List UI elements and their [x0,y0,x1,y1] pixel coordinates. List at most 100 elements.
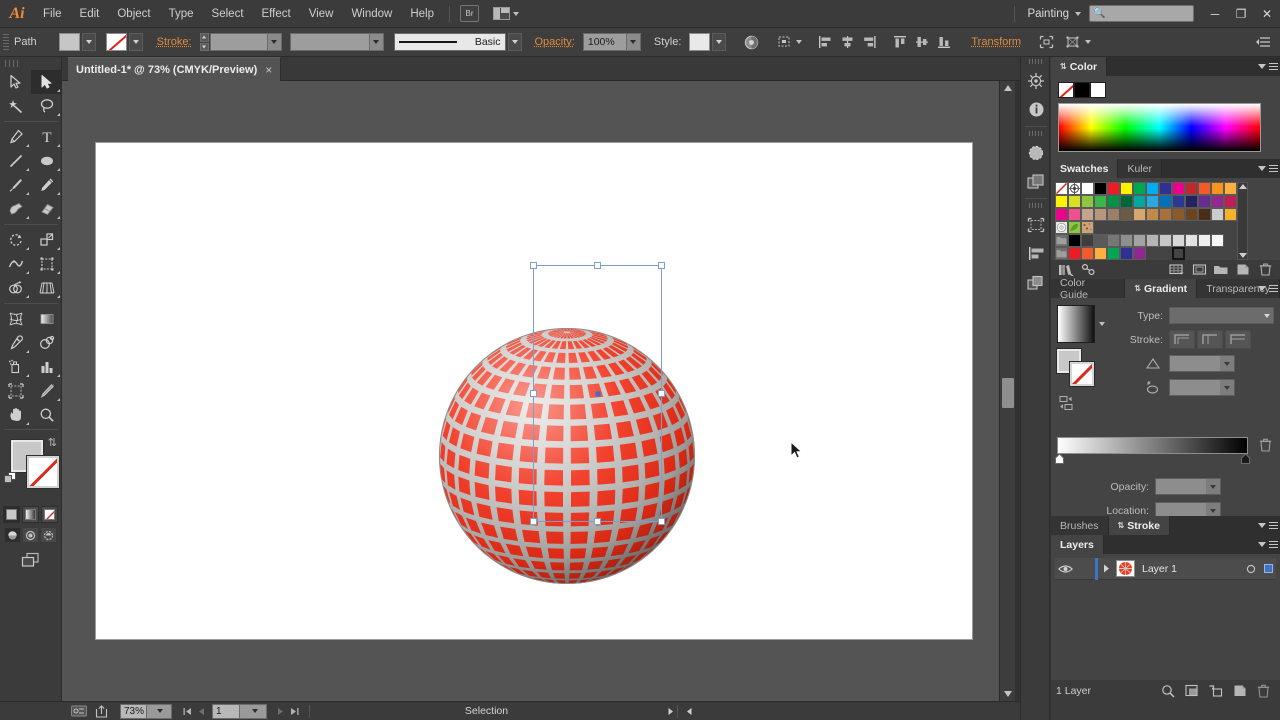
isolate-group-button[interactable] [1035,32,1057,52]
create-new-layer-button[interactable] [1228,682,1251,700]
layer-row[interactable]: Layer 1 [1055,557,1276,580]
swatch-cell[interactable] [1107,247,1120,260]
shape-chevron-down-icon[interactable] [796,40,803,44]
zoom-tool[interactable] [31,403,62,427]
tab-gradient[interactable]: ⇅ Gradient [1125,279,1198,298]
swatches-grid[interactable] [1055,182,1237,260]
swatch-cell[interactable] [1068,221,1081,234]
control-panel-menu-button[interactable] [1256,35,1272,49]
workspace-chevron-down-icon[interactable] [1075,11,1081,16]
canvas-area[interactable] [62,81,999,701]
swatch-cell[interactable] [1081,182,1094,195]
swatch-cell[interactable] [1081,195,1094,208]
swatch-cell[interactable] [1211,208,1224,221]
brushes-stroke-panel-menu-button[interactable] [1258,516,1278,535]
gradient-presets-chevron-down-icon[interactable] [1099,322,1105,326]
brushes-library-button[interactable] [1021,66,1051,95]
swatch-cell[interactable] [1159,234,1172,247]
ellipse-tool[interactable] [31,149,62,173]
hand-tool[interactable] [0,403,31,427]
brush-chevron-down-icon[interactable] [507,33,522,51]
swatch-cell[interactable] [1185,234,1198,247]
delete-swatch-button[interactable] [1254,261,1276,279]
fill-chevron-down-icon[interactable] [81,33,96,51]
swatch-cell[interactable] [1068,208,1081,221]
line-segment-tool[interactable] [0,149,31,173]
opacity-chevron-down-icon[interactable] [625,34,640,50]
swatch-cell[interactable] [1185,195,1198,208]
swatch-cell[interactable] [1068,247,1081,260]
search-input[interactable] [1105,7,1190,20]
swatch-cell[interactable] [1146,195,1159,208]
column-graph-tool[interactable] [31,355,62,379]
swatch-cell[interactable] [1133,195,1146,208]
swatch-cell[interactable] [1081,208,1094,221]
selection-tool[interactable] [0,70,31,94]
layer-expand-triangle-icon[interactable] [1098,564,1114,573]
graphic-style-swatch[interactable] [689,33,711,51]
menu-file[interactable]: File [34,0,71,28]
stroke-weight-chevron-down-icon[interactable] [266,34,281,50]
arrange-documents-button[interactable] [493,5,519,23]
new-swatch-button[interactable] [1232,261,1254,279]
width-tool[interactable] [0,252,31,276]
rail-grip-2[interactable] [1021,129,1049,138]
swatch-cell[interactable] [1120,195,1133,208]
swatch-cell[interactable] [1107,208,1120,221]
color-panel-menu-button[interactable] [1258,57,1278,76]
swatch-cell[interactable] [1224,208,1237,221]
go-to-bridge-status-button[interactable] [68,703,90,719]
swatch-cell[interactable] [1198,208,1211,221]
tab-swatches[interactable]: Swatches [1051,159,1119,178]
artwork-3d-revolved-sphere[interactable] [439,323,699,588]
mesh-tool[interactable] [0,307,31,331]
fill-control[interactable] [58,33,96,51]
swatches-scroll-down-icon[interactable] [1238,253,1247,258]
swatch-cell[interactable] [1094,234,1107,247]
fill-swatch[interactable] [58,33,80,51]
swatch-cell[interactable] [1068,195,1081,208]
gradient-panel-menu-button[interactable] [1258,279,1278,298]
swatch-cell[interactable] [1081,247,1094,260]
gradient-opacity-field[interactable] [1155,478,1221,495]
swatch-cell[interactable] [1146,234,1159,247]
color-mode-button[interactable] [3,506,20,523]
blob-brush-tool[interactable] [0,197,31,221]
swatches-scroll-up-icon[interactable] [1238,184,1247,189]
swatch-cell[interactable] [1120,234,1133,247]
next-artboard-button[interactable] [273,704,287,719]
gradient-preview-thumbnail[interactable] [1057,305,1095,343]
status-menu-button[interactable] [663,704,677,719]
swatch-cell[interactable] [1094,247,1107,260]
swatch-cell[interactable] [1185,182,1198,195]
menu-view[interactable]: View [300,0,343,28]
rail-grip-3[interactable] [1021,201,1049,210]
swatch-cell[interactable] [1094,195,1107,208]
swatch-cell[interactable] [1055,195,1068,208]
tab-brushes[interactable]: Brushes [1051,516,1109,535]
swatch-cell[interactable] [1133,247,1146,260]
swatch-cell[interactable] [1159,182,1172,195]
swatch-cell[interactable] [1172,195,1185,208]
blend-tool[interactable] [31,331,62,355]
eyedropper-tool[interactable] [0,331,31,355]
restore-button[interactable]: ❐ [1228,4,1254,24]
swatch-cell[interactable] [1055,247,1068,260]
share-on-behance-button[interactable] [90,703,112,719]
gradient-opacity-chevron-down-icon[interactable] [1206,479,1220,494]
magic-wand-tool[interactable] [0,94,31,118]
swatch-cell[interactable] [1198,234,1211,247]
artboard-chevron-down-icon[interactable] [239,704,266,718]
rail-grip-1[interactable] [1021,57,1049,66]
layers-list-empty-area[interactable] [1055,580,1276,680]
stroke-profile-chevron-down-icon[interactable] [368,34,383,50]
control-bar-grip[interactable] [2,32,10,52]
menu-type[interactable]: Type [160,0,203,28]
change-screen-mode-button[interactable] [18,549,44,571]
swatch-cell[interactable] [1120,208,1133,221]
tab-stroke[interactable]: ⇅ Stroke [1108,516,1170,535]
menu-select[interactable]: Select [203,0,253,28]
mask-chevron-down-icon[interactable] [1085,40,1092,44]
scroll-up-arrow-icon[interactable] [1004,85,1012,91]
gradient-tool[interactable] [31,307,62,331]
